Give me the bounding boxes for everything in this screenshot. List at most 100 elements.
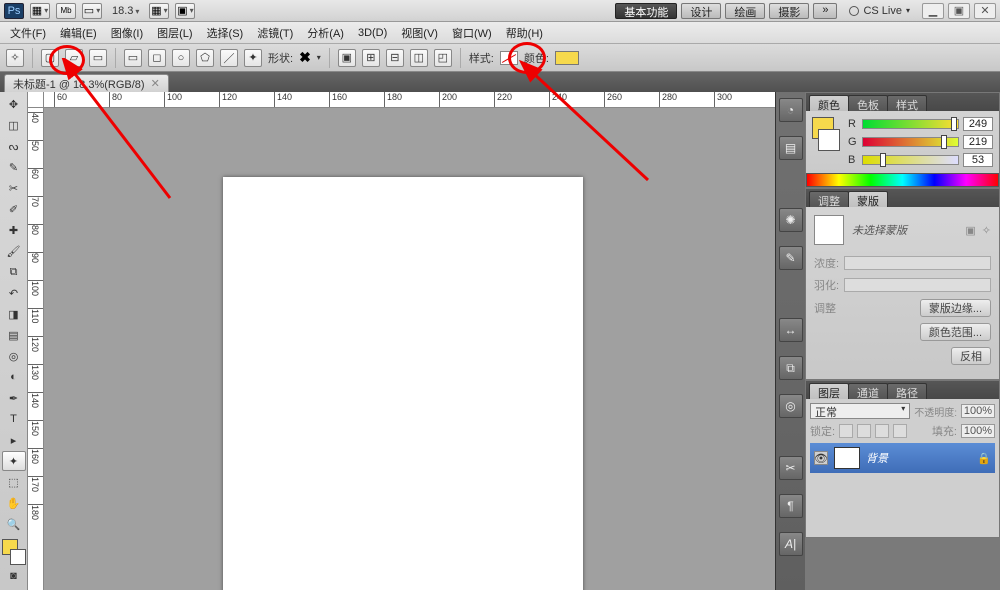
lock-position-icon[interactable] [875, 424, 889, 438]
fill-value[interactable]: 100% [961, 424, 995, 438]
mode-shape-layer[interactable]: ▢ [41, 49, 59, 67]
blur-tool-icon[interactable]: ◎ [2, 346, 26, 366]
gradient-tool-icon[interactable]: ▤ [2, 325, 26, 345]
workspace-paint[interactable]: 绘画 [725, 3, 765, 19]
visibility-icon[interactable]: 👁 [814, 451, 828, 465]
blend-mode-select[interactable]: 正常 ▾ [810, 403, 910, 419]
g-value[interactable]: 219 [963, 135, 993, 149]
g-slider[interactable] [862, 137, 959, 147]
r-value[interactable]: 249 [963, 117, 993, 131]
path-select-tool-icon[interactable]: ▸ [2, 430, 26, 450]
menu-analysis[interactable]: 分析(A) [301, 23, 350, 43]
dodge-tool-icon[interactable]: ◐ [2, 367, 26, 387]
window-minimize-icon[interactable]: ▁ [922, 3, 944, 19]
path-intersect-icon[interactable]: ◫ [410, 49, 428, 67]
layer-name[interactable]: 背景 [866, 450, 888, 466]
vector-mask-icon[interactable]: ✧ [982, 224, 991, 237]
para-panel-icon[interactable]: A| [779, 532, 803, 556]
path-exclude-icon[interactable]: ◰ [434, 49, 452, 67]
menu-edit[interactable]: 编辑(E) [54, 23, 103, 43]
lock-transparent-icon[interactable] [839, 424, 853, 438]
color-swatches[interactable] [2, 539, 26, 565]
menu-filter[interactable]: 滤镜(T) [251, 23, 299, 43]
lock-pixels-icon[interactable] [857, 424, 871, 438]
workspace-photo[interactable]: 摄影 [769, 3, 809, 19]
color-preview[interactable] [812, 117, 840, 151]
history-brush-tool-icon[interactable]: ↶ [2, 283, 26, 303]
zoom-level[interactable]: 18.3 [108, 5, 143, 17]
tool-presets-panel-icon[interactable]: ✂ [779, 456, 803, 480]
tab-adjust[interactable]: 调整 [809, 191, 849, 207]
path-new-icon[interactable]: ▣ [338, 49, 356, 67]
stamp-tool-icon[interactable]: ⧉ [2, 262, 26, 282]
invert-button[interactable]: 反相 [951, 347, 991, 365]
quick-select-tool-icon[interactable]: ✎ [2, 157, 26, 177]
shape-line-icon[interactable]: ／ [220, 49, 238, 67]
shape-preview[interactable]: ✖ [299, 49, 311, 66]
shape-rect-icon[interactable]: ▭ [124, 49, 142, 67]
b-slider[interactable] [862, 155, 959, 165]
tab-layers[interactable]: 图层 [809, 383, 849, 399]
ruler-horizontal[interactable]: 6080100120140160180200220240260280300 [44, 92, 775, 108]
opacity-value[interactable]: 100% [961, 404, 995, 418]
menu-file[interactable]: 文件(F) [4, 23, 52, 43]
type-tool-icon[interactable]: T [2, 409, 26, 429]
shape-polygon-icon[interactable]: ⬠ [196, 49, 214, 67]
hand-tool-icon[interactable]: ✋ [2, 493, 26, 513]
char-panel-icon[interactable]: ¶ [779, 494, 803, 518]
brush-tool-icon[interactable]: 🖌 [2, 241, 26, 261]
history-panel-icon[interactable]: ◔ [779, 98, 803, 122]
heal-tool-icon[interactable]: ✚ [2, 220, 26, 240]
tool-preset-icon[interactable]: ✧ [6, 49, 24, 67]
ruler-vertical[interactable]: 405060708090100110120130140150160170180 [28, 108, 44, 590]
fill-color-swatch[interactable] [555, 51, 579, 65]
menu-view[interactable]: 视图(V) [395, 23, 444, 43]
mode-fill-pixels[interactable]: ▭ [89, 49, 107, 67]
window-close-icon[interactable]: ✕ [974, 3, 996, 19]
extras-icon[interactable]: ▣ [175, 3, 195, 19]
marquee-tool-icon[interactable]: ◫ [2, 115, 26, 135]
path-add-icon[interactable]: ⊞ [362, 49, 380, 67]
workspace-design[interactable]: 设计 [681, 3, 721, 19]
tab-mask[interactable]: 蒙版 [848, 191, 888, 207]
path-subtract-icon[interactable]: ⊟ [386, 49, 404, 67]
tab-swatches[interactable]: 色板 [848, 95, 888, 111]
window-restore-icon[interactable]: ▣ [948, 3, 970, 19]
nav-panel-icon[interactable]: ◎ [779, 394, 803, 418]
lock-all-icon[interactable] [893, 424, 907, 438]
mask-edge-button[interactable]: 蒙版边缘... [920, 299, 991, 317]
shape-ellipse-icon[interactable]: ○ [172, 49, 190, 67]
clone-panel-icon[interactable]: ⧉ [779, 356, 803, 380]
tab-styles[interactable]: 样式 [887, 95, 927, 111]
shape-roundrect-icon[interactable]: ◻ [148, 49, 166, 67]
brush-panel-icon[interactable]: ✺ [779, 208, 803, 232]
arrange-docs-icon[interactable]: ▦ [149, 3, 169, 19]
menu-image[interactable]: 图像(I) [105, 23, 149, 43]
document-canvas[interactable] [223, 177, 583, 590]
menu-layer[interactable]: 图层(L) [151, 23, 198, 43]
zoom-tool-icon[interactable]: 🔍 [2, 514, 26, 534]
3d-tool-icon[interactable]: ⬚ [2, 472, 26, 492]
close-tab-icon[interactable]: ✕ [151, 77, 160, 90]
ps-logo-icon[interactable]: Ps [4, 3, 24, 19]
menu-3d[interactable]: 3D(D) [352, 25, 393, 41]
eraser-tool-icon[interactable]: ◨ [2, 304, 26, 324]
workspace-basic[interactable]: 基本功能 [615, 3, 677, 19]
background-color[interactable] [10, 549, 26, 565]
panel-bg-color[interactable] [818, 129, 840, 151]
lasso-tool-icon[interactable]: ᔓ [2, 136, 26, 156]
color-range-button[interactable]: 颜色范围... [920, 323, 991, 341]
swatches-panel-icon[interactable]: ↔ [779, 318, 803, 342]
document-tab[interactable]: 未标题-1 @ 18.3%(RGB/8) ✕ [4, 74, 169, 92]
screen-mode-icon[interactable]: ▭ [82, 3, 102, 19]
crop-tool-icon[interactable]: ✂ [2, 178, 26, 198]
menu-window[interactable]: 窗口(W) [446, 23, 498, 43]
tab-color[interactable]: 颜色 [809, 95, 849, 111]
cslive-button[interactable]: CS Live▾ [849, 5, 910, 17]
r-slider[interactable] [862, 119, 959, 129]
pen-tool-icon[interactable]: ✒ [2, 388, 26, 408]
eyedropper-tool-icon[interactable]: ✐ [2, 199, 26, 219]
mode-path[interactable]: ▱ [65, 49, 83, 67]
bridge-icon[interactable]: ▦ [30, 3, 50, 19]
workspace-more[interactable]: » [813, 3, 837, 19]
